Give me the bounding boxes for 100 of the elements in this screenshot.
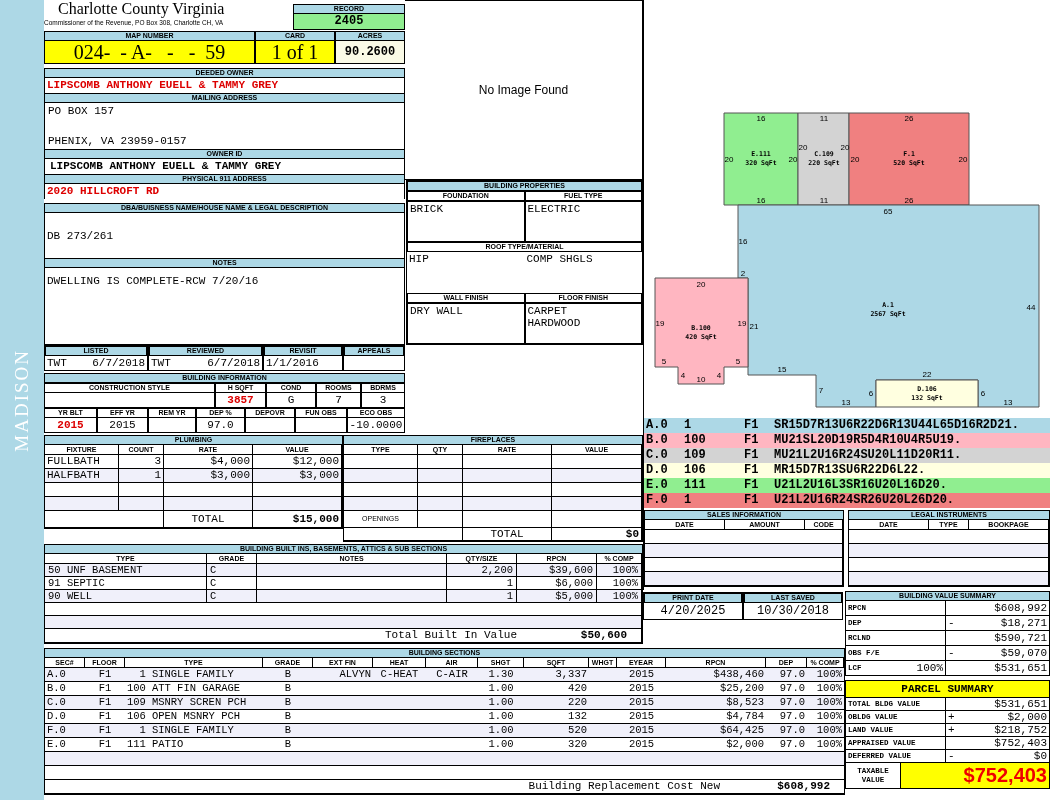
dimension-label: 6 bbox=[868, 389, 874, 398]
table-cell: C bbox=[207, 564, 257, 577]
total-value: $0 bbox=[552, 528, 642, 541]
last-saved-date: 10/30/2018 bbox=[756, 603, 830, 619]
segment-section: D.0 bbox=[644, 463, 684, 478]
dimension-label: 44 bbox=[1026, 303, 1036, 312]
dimension-label: 19 bbox=[737, 319, 747, 328]
dimension-label: 22 bbox=[922, 370, 932, 379]
legal-description: DB 273/261 bbox=[47, 229, 113, 242]
table-cell: 97.0 bbox=[766, 668, 807, 682]
type-name: ATT FIN GARAGE bbox=[151, 682, 241, 695]
segment-section: A.0 bbox=[644, 418, 684, 433]
dimension-label: 5 bbox=[661, 357, 667, 366]
sign-mark: + bbox=[948, 724, 956, 736]
table-cell: C-HEAT bbox=[373, 668, 426, 682]
empty-cell bbox=[245, 418, 295, 433]
summary-value: $531,651 bbox=[994, 698, 1047, 710]
type-name: SINGLE FAMILY bbox=[151, 724, 234, 737]
dimension-label: 6 bbox=[980, 389, 986, 398]
segment-section: E.0 bbox=[644, 478, 684, 493]
field-value: TWT bbox=[47, 356, 67, 370]
field-value: 3 bbox=[361, 393, 405, 408]
total-value: $50,600 bbox=[579, 629, 627, 642]
table-cell: 100% bbox=[597, 564, 642, 577]
field-value: CARPET bbox=[527, 305, 568, 317]
field-value: DRY WALL bbox=[407, 303, 525, 344]
dimension-label: 10 bbox=[696, 375, 706, 384]
table-cell: 520 bbox=[524, 724, 589, 738]
dimension-label: 20 bbox=[696, 280, 706, 289]
table-cell: F1 bbox=[85, 668, 125, 682]
card-number: 1 of 1 bbox=[255, 41, 335, 64]
physical-address: 2020 HILLCROFT RD bbox=[44, 184, 405, 199]
table-cell: A.0 bbox=[45, 668, 85, 682]
field-value: COMP SHGLS bbox=[526, 253, 593, 265]
empty-cell bbox=[148, 418, 196, 433]
table-cell: $438,460 bbox=[666, 668, 766, 682]
taxable-value: $752,403 bbox=[901, 763, 1050, 789]
type-name: OPEN MSNRY PCH bbox=[151, 710, 241, 723]
total-value: $15,000 bbox=[253, 511, 342, 528]
table-cell: C bbox=[207, 590, 257, 603]
segment-code: 106 bbox=[684, 463, 707, 478]
field-value: 97.0 bbox=[196, 418, 245, 433]
table-cell: B bbox=[263, 696, 313, 710]
sign-mark: - bbox=[948, 617, 956, 629]
field-value: 2015 bbox=[97, 418, 148, 433]
field-value: HARDWOOD bbox=[527, 317, 581, 329]
segment-floor: F1 bbox=[744, 478, 760, 493]
dimension-label: 2 bbox=[740, 269, 746, 278]
table-cell: 100% bbox=[807, 696, 844, 710]
field-value: G bbox=[266, 393, 316, 408]
table-cell: 50 UNF BASEMENT bbox=[45, 564, 207, 577]
table-cell: 100% bbox=[597, 590, 642, 603]
table-cell: 1.30 bbox=[478, 668, 524, 682]
table-cell: 2015 bbox=[617, 668, 666, 682]
segment-path: U21L2U16R24SR26U20L26D20. bbox=[774, 493, 956, 508]
summary-value: $218,752 bbox=[994, 724, 1047, 736]
segment-path: U21L2U16L3SR16U20L16D20. bbox=[774, 478, 948, 493]
table-cell: $3,000 bbox=[253, 469, 342, 483]
type-code: 1 bbox=[138, 668, 146, 681]
segment-code: 100 bbox=[684, 433, 707, 448]
table-cell: $39,600 bbox=[517, 564, 597, 577]
sign-mark: + bbox=[948, 711, 956, 723]
segment-floor: F1 bbox=[744, 463, 760, 478]
total-label: TOTAL bbox=[463, 528, 552, 541]
type-code: 106 bbox=[127, 710, 146, 723]
segment-path: MU21L2U16R24SU20L11D20R11. bbox=[774, 448, 963, 463]
dimension-label: 20 bbox=[850, 155, 860, 164]
segment-code: 1 bbox=[684, 418, 693, 433]
dimension-label: 20 bbox=[798, 143, 808, 152]
dimension-label: 26 bbox=[904, 114, 914, 123]
table-cell: 1.00 bbox=[478, 696, 524, 710]
summary-value: $2,000 bbox=[1007, 711, 1047, 723]
summary-value: $18,271 bbox=[1000, 617, 1047, 629]
segment-floor: F1 bbox=[744, 448, 760, 463]
table-cell: F1 bbox=[85, 696, 125, 710]
dimension-label: 65 bbox=[883, 207, 893, 216]
dimension-label: 20 bbox=[958, 155, 968, 164]
field-value: -10.0000 bbox=[347, 418, 405, 433]
table-cell: 97.0 bbox=[766, 696, 807, 710]
type-code: 109 bbox=[127, 696, 146, 709]
segment-section: C.0 bbox=[644, 448, 684, 463]
dimension-label: 16 bbox=[756, 196, 766, 205]
table-cell: $3,000 bbox=[164, 469, 253, 483]
field-value: ELECTRIC bbox=[524, 201, 642, 242]
type-code: 1 bbox=[138, 724, 146, 737]
field-value: 1/1/2016 bbox=[266, 356, 319, 370]
table-cell: 220 bbox=[524, 696, 589, 710]
dimension-label: 16 bbox=[756, 114, 766, 123]
table-cell: 1.00 bbox=[478, 724, 524, 738]
table-cell: HALFBATH bbox=[45, 469, 119, 483]
record-number: 2405 bbox=[293, 14, 405, 30]
table-cell: 1 bbox=[119, 469, 164, 483]
table-cell: $8,523 bbox=[666, 696, 766, 710]
parcel-summary-title: PARCEL SUMMARY bbox=[845, 680, 1050, 698]
summary-value: $608,992 bbox=[994, 602, 1047, 614]
total-label: TOTAL bbox=[164, 511, 253, 528]
sign-mark: - bbox=[948, 647, 956, 659]
table-cell: 100% bbox=[807, 724, 844, 738]
dimension-label: 21 bbox=[749, 322, 759, 331]
segment-path: MU21SL20D19R5D4R10U4R5U19. bbox=[774, 433, 963, 448]
